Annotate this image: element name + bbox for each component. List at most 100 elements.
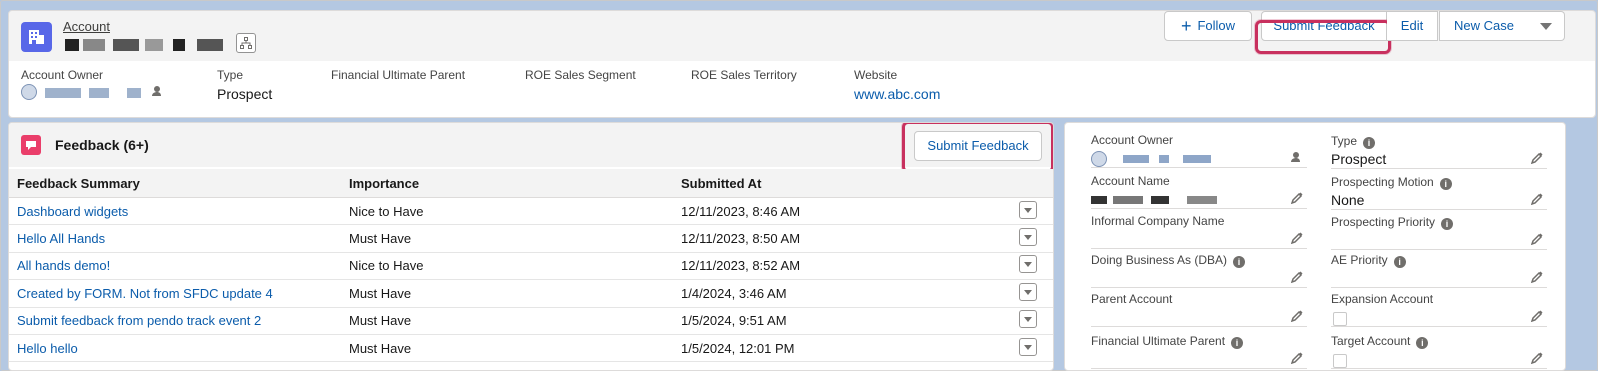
info-icon[interactable]: i [1416, 337, 1429, 349]
importance-cell: Must Have [341, 224, 673, 253]
row-actions-cell [1011, 307, 1053, 335]
field-label: Prospecting Priority i [1331, 215, 1454, 230]
feedback-summary-link[interactable]: All hands demo! [9, 252, 341, 281]
column-header-submitted-at[interactable]: Submitted At [673, 169, 1011, 198]
submitted-at-cell: 1/5/2024, 12:01 PM [673, 334, 1011, 363]
highlight-box [1255, 20, 1391, 54]
field-label-text: Financial Ultimate Parent [1091, 334, 1226, 348]
field-prospecting-priority: Prospecting Priority i [1331, 215, 1547, 250]
table-row: All hands demo! Nice to Have 12/11/2023,… [9, 252, 1053, 281]
avatar[interactable] [21, 84, 37, 100]
highlight-roe-sales-territory: ROE Sales Territory [691, 68, 797, 82]
feedback-summary-link[interactable]: Hello hello [9, 334, 341, 363]
info-icon[interactable]: i [1393, 256, 1406, 268]
info-icon[interactable]: i [1439, 178, 1452, 190]
row-action-menu-icon[interactable] [1019, 228, 1037, 247]
avatar[interactable] [1091, 151, 1107, 167]
info-icon[interactable]: i [1441, 218, 1454, 230]
owner-name-redacted [1159, 155, 1169, 163]
feedback-summary-link[interactable]: Created by FORM. Not from SFDC update 4 [9, 279, 341, 308]
info-icon[interactable]: i [1233, 256, 1246, 268]
field-parent-account: Parent Account [1091, 292, 1307, 327]
chevron-down-icon [1540, 23, 1552, 31]
field-label: Target Account i [1331, 334, 1429, 349]
website-link[interactable]: www.abc.com [854, 86, 940, 102]
field-label-text: Target Account [1331, 334, 1411, 348]
info-icon[interactable]: i [1363, 137, 1376, 149]
account-details-panel: Account Owner Account Name Informal Comp… [1064, 122, 1566, 371]
highlight-box [902, 123, 1053, 173]
feedback-icon [21, 135, 41, 155]
follow-button[interactable]: + Follow [1164, 11, 1252, 41]
info-icon[interactable]: i [1231, 337, 1244, 349]
column-header-importance[interactable]: Importance [341, 169, 673, 198]
related-list-title[interactable]: Feedback (6+) [55, 137, 149, 153]
account-name-redacted [65, 39, 235, 53]
pencil-icon[interactable] [1531, 152, 1543, 164]
pencil-icon[interactable] [1531, 352, 1543, 364]
row-actions-cell [1011, 252, 1053, 281]
field-type: Type i Prospect [1331, 134, 1547, 169]
row-action-menu-icon[interactable] [1019, 282, 1037, 301]
object-label[interactable]: Account [63, 19, 110, 34]
highlight-label: ROE Sales Territory [691, 68, 797, 82]
field-doing-business-as: Doing Business As (DBA) i [1091, 253, 1307, 288]
highlight-financial-ultimate-parent: Financial Ultimate Parent [331, 68, 465, 82]
highlight-label: ROE Sales Segment [525, 68, 636, 82]
submitted-at-cell: 1/5/2024, 9:51 AM [673, 307, 1011, 335]
table-header-row: Feedback Summary Importance Submitted At [9, 169, 1053, 198]
account-name-redacted [1113, 196, 1143, 204]
column-header-summary[interactable]: Feedback Summary [9, 169, 341, 198]
hierarchy-icon[interactable] [236, 33, 256, 53]
owner-name-redacted [1183, 155, 1211, 163]
feedback-summary-link[interactable]: Submit feedback from pendo track event 2 [9, 307, 341, 335]
row-action-menu-icon[interactable] [1019, 255, 1037, 274]
pencil-icon[interactable] [1291, 310, 1303, 322]
row-action-menu-icon[interactable] [1019, 337, 1037, 356]
pencil-icon[interactable] [1531, 233, 1543, 245]
field-financial-ultimate-parent: Financial Ultimate Parent i [1091, 334, 1307, 369]
highlights-panel: Account Owner Type Prospect Financial Ul… [9, 61, 1595, 117]
pencil-icon[interactable] [1291, 271, 1303, 283]
record-header: Account + Follow Submit Feedback Edit New… [8, 10, 1596, 118]
building-icon [21, 22, 52, 52]
table-row: Created by FORM. Not from SFDC update 4 … [9, 279, 1053, 308]
plus-icon: + [1180, 16, 1192, 36]
account-name-redacted [1187, 196, 1217, 204]
change-owner-icon[interactable] [1289, 151, 1301, 163]
highlight-label: Account Owner [21, 68, 104, 82]
pencil-icon[interactable] [1291, 352, 1303, 364]
more-actions-button[interactable] [1528, 11, 1565, 41]
table-row: Submit feedback from pendo track event 2… [9, 307, 1053, 335]
field-label: AE Priority i [1331, 253, 1406, 268]
pencil-icon[interactable] [1291, 192, 1303, 204]
field-expansion-account: Expansion Account [1331, 292, 1547, 327]
feedback-related-list: Feedback (6+) Submit Feedback Feedback S… [8, 122, 1054, 371]
row-action-menu-icon[interactable] [1019, 310, 1037, 329]
edit-button[interactable]: Edit [1387, 11, 1438, 41]
field-label: Expansion Account [1331, 292, 1434, 306]
feedback-summary-link[interactable]: Dashboard widgets [9, 197, 341, 226]
field-prospecting-motion: Prospecting Motion i None [1331, 175, 1547, 210]
field-label: Informal Company Name [1091, 214, 1225, 228]
change-owner-icon[interactable] [150, 85, 162, 97]
pencil-icon[interactable] [1531, 271, 1543, 283]
submitted-at-cell: 1/4/2024, 3:46 AM [673, 279, 1011, 308]
feedback-summary-link[interactable]: Hello All Hands [9, 224, 341, 253]
field-ae-priority: AE Priority i [1331, 253, 1547, 288]
pencil-icon[interactable] [1531, 310, 1543, 322]
pencil-icon[interactable] [1291, 232, 1303, 244]
field-label: Prospecting Motion i [1331, 175, 1452, 190]
field-account-owner: Account Owner [1091, 133, 1307, 168]
new-case-button[interactable]: New Case [1439, 11, 1529, 41]
related-list-header: Feedback (6+) Submit Feedback [9, 123, 1053, 173]
pencil-icon[interactable] [1531, 193, 1543, 205]
field-label: Type i [1331, 134, 1376, 149]
row-action-menu-icon[interactable] [1019, 200, 1037, 219]
owner-name-redacted [45, 88, 81, 98]
submitted-at-cell: 12/11/2023, 8:46 AM [673, 197, 1011, 226]
follow-label: Follow [1197, 18, 1236, 33]
account-name-redacted [1091, 196, 1107, 204]
expansion-account-checkbox[interactable] [1333, 312, 1347, 326]
target-account-checkbox[interactable] [1333, 354, 1347, 368]
